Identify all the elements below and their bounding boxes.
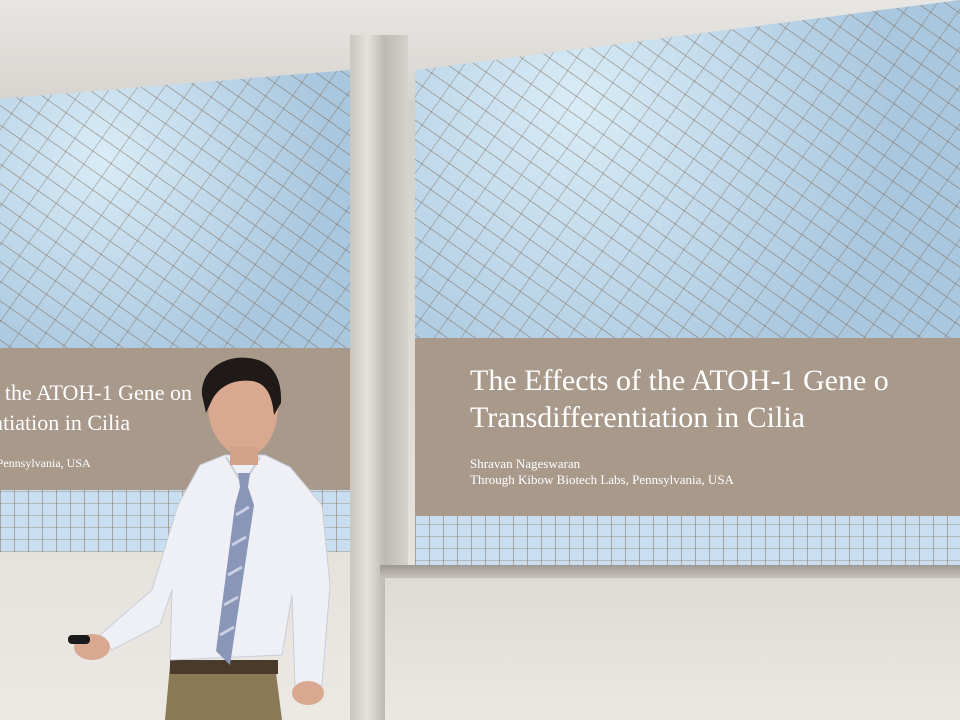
projection-screen-right: The Effects of the ATOH-1 Gene o Transdi… <box>415 0 960 585</box>
slide-title-line-1: The Effects of the ATOH-1 Gene o <box>470 364 889 397</box>
whiteboard-rail <box>380 565 960 579</box>
presenter <box>68 357 331 720</box>
slide-author: Shravan Nageswaran <box>470 456 581 471</box>
presenter-hand-right <box>292 681 324 705</box>
slide-title-band: The Effects of the ATOH-1 Gene o Transdi… <box>415 338 960 516</box>
slide-affiliation: Through Kibow Biotech Labs, Pennsylvania… <box>470 472 734 487</box>
slide-author-block: Shravan Nageswaran Through Kibow Biotech… <box>470 456 734 488</box>
presenter-shirt <box>99 454 331 691</box>
presenter-remote-icon <box>68 635 90 644</box>
slide-title-line-2: Transdifferentiation in Cilia <box>470 401 805 434</box>
slide-title: The Effects of the ATOH-1 Gene o Transdi… <box>470 362 889 436</box>
lower-wall-panel <box>385 578 960 720</box>
slide-line-art-top <box>0 70 350 360</box>
presenter-belt <box>170 660 278 674</box>
